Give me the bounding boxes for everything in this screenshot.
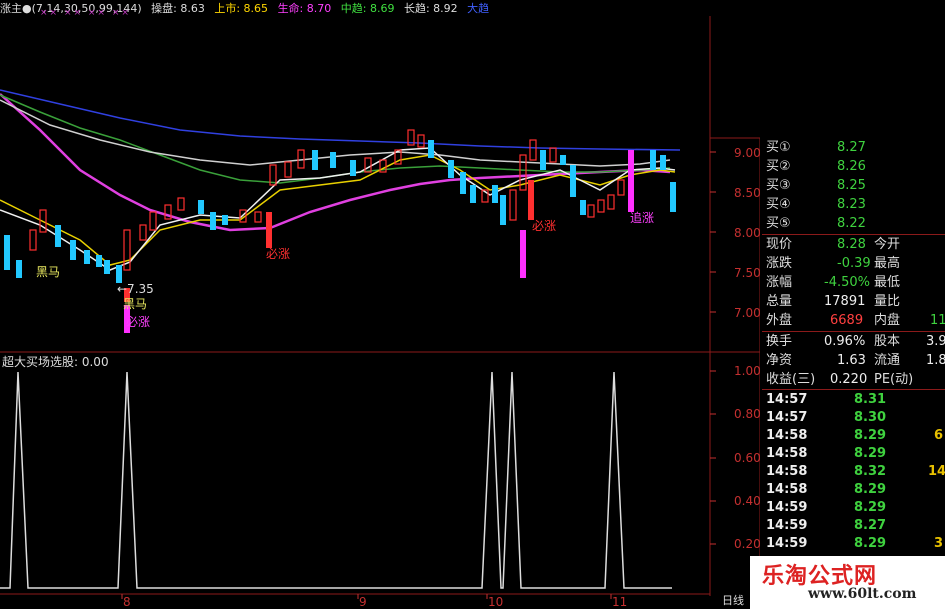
y-tick: 8.50	[734, 186, 760, 200]
stat-value: 17891	[824, 294, 866, 309]
stat-label: 股本	[874, 334, 901, 349]
tick-time: 14:59	[766, 518, 808, 533]
bid-price: 8.23	[837, 197, 866, 212]
price-y-ticks	[710, 151, 716, 313]
x-tick: 9	[359, 595, 367, 609]
tick-time: 14:58	[766, 446, 808, 461]
tick-volume: 14	[928, 464, 945, 479]
tick-time: 14:59	[766, 500, 808, 515]
y-tick: 7.00	[734, 306, 760, 320]
stat-value: 0.96%	[824, 334, 866, 349]
tick-time: 14:59	[766, 536, 808, 551]
tick-price: 8.29	[854, 482, 887, 497]
y-tick: 9.00	[734, 146, 760, 160]
bid-price: 8.22	[837, 216, 866, 231]
bid-row: 买⑤	[766, 216, 791, 231]
stat-label: 净资	[766, 353, 793, 368]
tick-time: 14:58	[766, 428, 808, 443]
bizhang-label: 必涨	[126, 314, 150, 329]
stat-label: 流通	[874, 353, 901, 368]
y-tick: 7.50	[734, 266, 760, 280]
indicator-y-axis: 1.00 0.80 0.60 0.40 0.20	[734, 364, 760, 551]
stat-label: 最低	[874, 275, 901, 290]
stat-label: 现价	[766, 237, 793, 252]
chart-canvas[interactable]: 9.00 8.50 8.00 7.50 7.00 1.00 0.80 0.60 …	[0, 0, 760, 609]
y-tick: 1.00	[734, 364, 760, 378]
site-watermark: 乐淘公式网 www.60lt.com	[750, 556, 945, 609]
stat-label: 内盘	[874, 313, 901, 328]
moving-averages	[0, 89, 681, 271]
indicator-title: 超大买场选股: 0.00	[2, 354, 109, 369]
tick-price: 8.31	[854, 392, 887, 407]
up-candles	[29, 129, 625, 271]
bid-price: 8.27	[837, 140, 866, 155]
bid-row: 买①	[766, 140, 791, 155]
ma-mid-trend	[0, 94, 671, 184]
bid-row: 买②	[766, 159, 791, 174]
down-candles	[4, 140, 676, 283]
tick-price: 8.27	[854, 518, 887, 533]
stat-label: 涨跌	[766, 256, 793, 271]
tick-price: 8.32	[854, 464, 887, 479]
stat-value: 0.220	[830, 372, 868, 387]
stat-label: 最高	[874, 256, 901, 271]
watermark-url: www.60lt.com	[808, 586, 917, 602]
stat-label: 今开	[874, 237, 901, 252]
tick-time: 14:57	[766, 410, 808, 425]
heima-label: 黑马	[36, 265, 60, 279]
bid-price: 8.26	[837, 159, 866, 174]
stat-label: 总量	[766, 294, 793, 309]
bid-row: 买③	[766, 178, 791, 193]
stat-value: -0.39	[837, 256, 871, 271]
chart-frame	[0, 16, 760, 609]
tick-time: 14:58	[766, 464, 808, 479]
y-tick: 8.00	[734, 226, 760, 240]
tick-price: 8.29	[854, 446, 887, 461]
stat-value: 3.9	[926, 334, 945, 349]
zhuizhang-label: 追涨	[630, 210, 654, 225]
stat-value: -4.50%	[824, 275, 870, 290]
tick-time: 14:58	[766, 482, 808, 497]
price-y-axis: 9.00 8.50 8.00 7.50 7.00	[734, 146, 760, 320]
stat-label: 换手	[766, 334, 793, 349]
bid-row: 买④	[766, 197, 791, 212]
bid-price: 8.25	[837, 178, 866, 193]
low-price-label: ←7.35	[117, 282, 154, 296]
tick-volume: 6	[934, 428, 944, 443]
indicator-y-ticks	[710, 370, 716, 545]
tick-price: 8.29	[854, 428, 887, 443]
stat-value: 6689	[830, 313, 864, 328]
stat-label: 涨幅	[766, 275, 793, 290]
x-tick: 11	[612, 595, 627, 609]
tick-volume: 3	[934, 536, 944, 551]
stat-label: 量比	[874, 294, 901, 309]
y-tick: 0.80	[734, 407, 760, 421]
signal-bars-magenta	[124, 150, 634, 333]
stat-value: 1.8	[926, 353, 945, 368]
indicator-line	[0, 371, 672, 589]
tick-price: 8.29	[854, 500, 887, 515]
stat-value: 11	[930, 313, 945, 328]
tick-time: 14:57	[766, 392, 808, 407]
stat-value: 1.63	[837, 353, 866, 368]
tick-price: 8.30	[854, 410, 887, 425]
stat-label: 收益(三)	[766, 372, 816, 387]
heima-label: 黑马	[123, 297, 147, 311]
period-label[interactable]: 日线	[722, 592, 744, 608]
tick-price: 8.29	[854, 536, 887, 551]
y-tick: 0.20	[734, 537, 760, 551]
quote-panel: 买① 8.27 买② 8.26 买③ 8.25 买④ 8.23 买⑤ 8.22 …	[762, 138, 945, 558]
candlesticks	[4, 129, 676, 333]
stat-value: 8.28	[837, 237, 866, 252]
bizhang-label: 必涨	[266, 246, 290, 261]
y-tick: 0.60	[734, 451, 760, 465]
x-tick: 8	[123, 595, 131, 609]
stat-label: 外盘	[766, 313, 793, 328]
stat-label: PE(动)	[874, 372, 914, 387]
x-axis: 8 9 10 11	[123, 595, 627, 609]
y-tick: 0.40	[734, 494, 760, 508]
x-tick: 10	[488, 595, 503, 609]
bizhang-label: 必涨	[532, 218, 556, 233]
